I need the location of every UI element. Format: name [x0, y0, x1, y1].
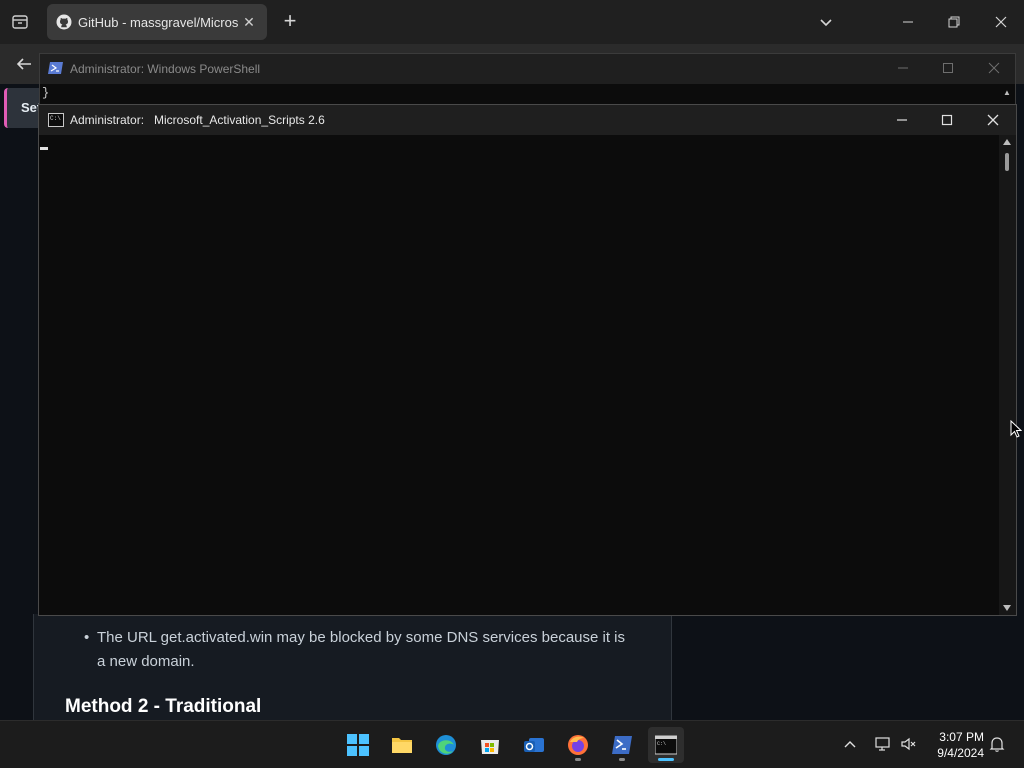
powershell-maximize-icon[interactable] — [940, 60, 956, 76]
start-button[interactable] — [340, 727, 376, 763]
tab-actions-icon[interactable] — [8, 11, 32, 33]
powershell-close-icon[interactable] — [986, 60, 1002, 76]
system-clock[interactable]: 3:07 PM 9/4/2024 — [928, 729, 984, 761]
powershell-taskbar-button[interactable] — [604, 727, 640, 763]
tray-chevron-up-icon[interactable] — [842, 737, 858, 753]
back-arrow-icon[interactable] — [14, 54, 34, 74]
notification-bell-icon[interactable] — [988, 735, 1006, 753]
powershell-title: Administrator: Windows PowerShell — [70, 62, 261, 76]
outlook-icon — [524, 738, 544, 752]
scroll-thumb[interactable] — [1005, 153, 1009, 171]
console-title-bar[interactable]: Administrator: Microsoft_Activation_Scri… — [39, 105, 1016, 135]
section-heading: Method 2 - Traditional — [65, 696, 262, 717]
bullet-text: The URL get.activated.win may be blocked… — [97, 629, 626, 670]
tab-github[interactable]: GitHub - massgravel/Microsoft-Activation… — [47, 4, 267, 40]
active-indicator — [658, 758, 674, 761]
activation-console-window[interactable]: Administrator: Microsoft_Activation_Scri… — [38, 104, 1017, 616]
text-cursor — [40, 147, 48, 150]
terminal-icon: C:\ — [655, 735, 677, 755]
running-indicator — [575, 758, 581, 761]
browser-restore-icon[interactable] — [944, 12, 964, 32]
tab-close-icon[interactable]: ✕ — [239, 12, 259, 32]
network-icon[interactable] — [874, 735, 892, 753]
file-explorer-icon — [392, 738, 412, 753]
github-icon — [56, 14, 72, 30]
console-minimize-icon[interactable] — [893, 111, 911, 129]
scroll-down-arrow-icon[interactable] — [1003, 605, 1011, 611]
bullet-dot: • — [84, 629, 90, 646]
outlook-button[interactable] — [516, 727, 552, 763]
file-explorer-button[interactable] — [384, 727, 420, 763]
store-button[interactable] — [472, 727, 508, 763]
console-title: Administrator: Microsoft_Activation_Scri… — [70, 113, 325, 127]
powershell-scroll-up-icon[interactable]: ▲ — [1003, 88, 1011, 97]
browser-close-icon[interactable] — [991, 12, 1011, 32]
svg-text:C:\: C:\ — [657, 741, 666, 747]
store-icon — [481, 740, 499, 754]
volume-muted-icon[interactable] — [900, 735, 918, 753]
powershell-icon — [612, 736, 632, 754]
browser-minimize-icon[interactable] — [898, 12, 918, 32]
taskbar: C:\ 3:07 PM 9/4/2024 — [0, 720, 1024, 768]
firefox-icon — [568, 735, 588, 755]
powershell-minimize-icon[interactable] — [895, 60, 911, 76]
browser-tab-bar: GitHub - massgravel/Microsoft-Activation… — [0, 0, 1024, 44]
powershell-output-line: } — [42, 86, 50, 100]
clock-time: 3:07 PM — [939, 730, 984, 744]
tab-title: GitHub - massgravel/Microsoft-Activation… — [78, 15, 238, 30]
powershell-icon — [48, 62, 63, 74]
powershell-title-bar[interactable]: Administrator: Windows PowerShell — [40, 54, 1015, 84]
scroll-up-arrow-icon[interactable] — [1003, 139, 1011, 145]
tab-list-chevron-down-icon[interactable] — [816, 12, 836, 32]
firefox-button[interactable] — [560, 727, 596, 763]
console-maximize-icon[interactable] — [938, 111, 956, 129]
running-indicator — [619, 758, 625, 761]
clock-date: 9/4/2024 — [937, 746, 984, 760]
new-tab-button[interactable]: + — [279, 10, 301, 33]
terminal-taskbar-button[interactable]: C:\ — [648, 727, 684, 763]
start-icon — [347, 734, 369, 756]
console-scrollbar[interactable] — [999, 135, 1016, 615]
edge-button[interactable] — [428, 727, 464, 763]
cmd-icon — [48, 113, 64, 127]
console-close-icon[interactable] — [984, 111, 1002, 129]
edge-icon — [436, 735, 456, 755]
mouse-pointer-icon — [1010, 420, 1022, 438]
